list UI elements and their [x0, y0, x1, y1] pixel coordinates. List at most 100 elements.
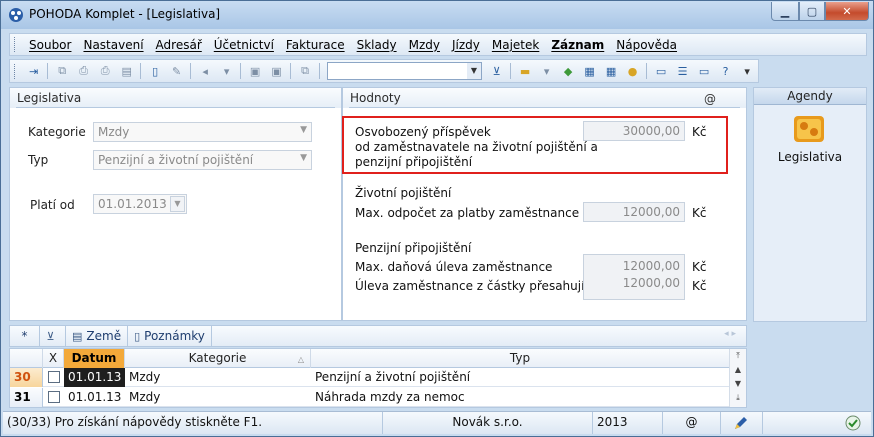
filter-tab[interactable]: ⊻ [40, 326, 66, 346]
kategorie-value: Mzdy [98, 125, 130, 139]
new-record-icon[interactable]: ▯ [147, 63, 163, 79]
table-scrollbar[interactable]: ⤒ ▲ ▼ ⤓ [729, 349, 746, 407]
menu-bar: Soubor Nastavení Adresář Účetnictví Fakt… [9, 33, 867, 56]
window-controls: ▁ ▢ ✕ [771, 2, 869, 21]
scroll-down-icon[interactable]: ▼ [730, 377, 746, 391]
menu-soubor[interactable]: Soubor [23, 38, 77, 52]
tab-poznamky[interactable]: ▯ Poznámky [128, 326, 212, 346]
menu-fakturace[interactable]: Fakturace [280, 38, 351, 52]
tab-scroll-arrows[interactable]: ◂ ▸ [724, 329, 736, 339]
toolbar-separator [47, 63, 49, 79]
minimize-button[interactable]: ▁ [771, 2, 799, 21]
kategorie-cell[interactable]: Mzdy [125, 368, 311, 387]
edit-icon[interactable]: ✎ [169, 63, 185, 79]
menu-grip[interactable] [14, 37, 17, 52]
maximize-button[interactable]: ▢ [799, 2, 825, 21]
status-edit-cell[interactable] [721, 412, 763, 434]
menu-nastaveni[interactable]: Nastavení [77, 38, 149, 52]
menu-majetek[interactable]: Majetek [486, 38, 545, 52]
legislativa-agenda-item[interactable]: Legislativa [754, 150, 866, 164]
table-row[interactable]: 30 01.01.13 Mzdy Penzijní a životní poji… [10, 368, 746, 387]
typ-label: Typ [28, 153, 49, 167]
status-company: Novák s.r.o. [383, 412, 593, 434]
bottom-tab-strip: * ⊻ ▤ Země ▯ Poznámky ◂ ▸ [9, 325, 747, 347]
column-typ-header[interactable]: Typ [311, 349, 730, 368]
scroll-top-icon[interactable]: ⤒ [730, 349, 746, 363]
row-checkbox[interactable] [48, 391, 60, 403]
at-sign[interactable]: @ [704, 92, 716, 106]
chevron-down-icon[interactable]: ▼ [300, 125, 307, 135]
close-button[interactable]: ✕ [825, 2, 869, 21]
calculator-icon[interactable]: ▦ [582, 63, 598, 79]
filter-icon[interactable]: ⊻ [489, 63, 505, 79]
coins-icon[interactable]: ● [625, 63, 641, 79]
calendar-dropdown-icon[interactable]: ▼ [170, 196, 185, 212]
table-icon[interactable]: ▦ [603, 63, 619, 79]
print-preview-icon[interactable]: ⎙ [76, 63, 92, 79]
menu-jizdy[interactable]: Jízdy [446, 38, 486, 52]
menu-adresar[interactable]: Adresář [150, 38, 208, 52]
toolbar-grip[interactable] [14, 63, 17, 79]
table-row[interactable]: 31 01.01.13 Mzdy Náhrada mzdy za nemoc [10, 388, 746, 407]
currency-label: Kč [692, 279, 707, 293]
penzijni-value1: 12000,00 [622, 259, 680, 273]
chevron-down-icon[interactable]: ▾ [539, 63, 555, 79]
chevron-down-icon[interactable]: ▼ [466, 63, 481, 79]
menu-ucetnictvi[interactable]: Účetnictví [208, 38, 280, 52]
agenda-icon[interactable]: ⇥ [26, 63, 42, 79]
menu-zaznam[interactable]: Záznam [545, 38, 610, 52]
row-checkbox[interactable] [48, 371, 60, 383]
status-spacer [763, 412, 843, 434]
quick-search-combo[interactable]: ▼ [326, 62, 482, 80]
typ-select[interactable]: Penzijní a životní pojištění ▼ [93, 150, 312, 170]
checkmark-icon[interactable] [845, 415, 861, 431]
scroll-up-icon[interactable]: ▲ [730, 363, 746, 377]
plati-od-field[interactable]: 01.01.2013 ▼ [93, 194, 187, 214]
message-icon[interactable]: ▭ [653, 63, 669, 79]
hodnoty-header: Hodnoty [343, 88, 746, 108]
chevron-down-icon[interactable]: ▾ [219, 63, 235, 79]
typ-cell[interactable]: Penzijní a životní pojištění [311, 368, 730, 387]
legislativa-agenda-icon[interactable] [792, 112, 826, 146]
export-icon[interactable]: ▤ [119, 63, 135, 79]
menu-sklady[interactable]: Sklady [351, 38, 403, 52]
help-icon[interactable]: ? [718, 63, 734, 79]
datum-cell[interactable]: 01.01.13 [64, 388, 125, 407]
section-divider [349, 107, 740, 108]
notes-icon[interactable]: ▭ [696, 63, 712, 79]
column-datum-header[interactable]: Datum [64, 349, 125, 368]
money-icon[interactable]: ◆ [560, 63, 576, 79]
duplicate-icon[interactable]: ⧉ [297, 63, 313, 79]
column-x-header[interactable]: X [43, 349, 64, 368]
list-icon[interactable]: ☰ [675, 63, 691, 79]
column-kategorie-header[interactable]: Kategorie △ [125, 349, 311, 368]
chevron-down-icon[interactable]: ▾ [739, 63, 755, 79]
toolbar: ⇥ ⧉ ⎙ ⎙ ▤ ▯ ✎ ◂ ▾ ▣ ▣ ⧉ ▼ ⊻ ▬ ▾ ◆ ▦ ▦ ● … [9, 59, 759, 83]
legislativa-header: Legislativa [10, 88, 341, 108]
table-header: X Datum Kategorie △ Typ [10, 349, 746, 368]
save-icon[interactable]: ▣ [247, 63, 263, 79]
copy-icon[interactable]: ⧉ [54, 63, 70, 79]
column-kategorie-label: Kategorie [188, 351, 247, 365]
status-at[interactable]: @ [663, 412, 721, 434]
folder-icon[interactable]: ▬ [517, 63, 533, 79]
print-icon[interactable]: ⎙ [97, 63, 113, 79]
tab-zeme[interactable]: ▤ Země [66, 326, 129, 346]
toolbar-separator [510, 63, 512, 79]
menu-mzdy[interactable]: Mzdy [403, 38, 446, 52]
tab-all-records[interactable]: * [10, 326, 40, 346]
penzijni-value-field[interactable]: 12000,00 12000,00 [583, 254, 685, 300]
zivotni-label: Max. odpočet za platby zaměstnance [355, 206, 580, 220]
penzijni-label1: Max. daňová úleva zaměstnance [355, 260, 553, 274]
scroll-bottom-icon[interactable]: ⤓ [730, 391, 746, 405]
zivotni-value-field[interactable]: 12000,00 [583, 202, 685, 222]
kategorie-cell[interactable]: Mzdy [125, 388, 311, 407]
penzijni-heading: Penzijní připojištění [355, 241, 472, 255]
back-arrow-icon[interactable]: ◂ [197, 63, 213, 79]
datum-cell[interactable]: 01.01.13 [64, 368, 125, 387]
typ-cell[interactable]: Náhrada mzdy za nemoc [311, 388, 730, 407]
chevron-down-icon[interactable]: ▼ [300, 153, 307, 163]
kategorie-select[interactable]: Mzdy ▼ [93, 122, 312, 142]
menu-napoveda[interactable]: Nápověda [610, 38, 683, 52]
cancel-save-icon[interactable]: ▣ [269, 63, 285, 79]
